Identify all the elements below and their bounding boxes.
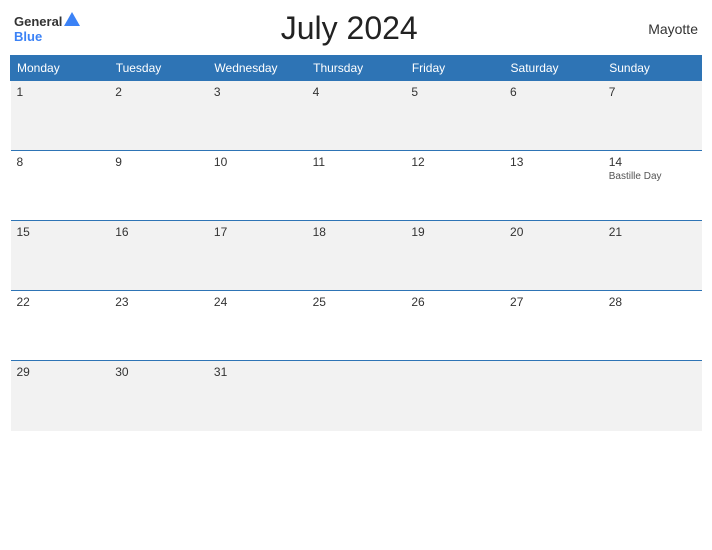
header-thursday: Thursday	[307, 56, 406, 81]
logo: General Blue	[14, 14, 80, 44]
header-saturday: Saturday	[504, 56, 603, 81]
day-cell-bastille: 14 Bastille Day	[603, 151, 702, 221]
day-cell: 5	[405, 81, 504, 151]
logo-general-text: General	[14, 14, 62, 29]
day-cell: 9	[109, 151, 208, 221]
day-cell: 24	[208, 291, 307, 361]
week-row-5: 29 30 31	[11, 361, 702, 431]
day-cell: 6	[504, 81, 603, 151]
logo-blue-text: Blue	[14, 29, 42, 44]
calendar-header: General Blue July 2024 Mayotte	[10, 10, 702, 47]
empty-day-cell	[603, 361, 702, 431]
week-row-2: 8 9 10 11 12 13 14 Bastille Day	[11, 151, 702, 221]
month-title: July 2024	[80, 10, 618, 47]
week-row-1: 1 2 3 4 5 6 7	[11, 81, 702, 151]
header-wednesday: Wednesday	[208, 56, 307, 81]
empty-day-cell	[307, 361, 406, 431]
logo-triangle-icon	[64, 12, 80, 26]
day-cell: 21	[603, 221, 702, 291]
week-row-4: 22 23 24 25 26 27 28	[11, 291, 702, 361]
day-cell: 1	[11, 81, 110, 151]
day-cell: 17	[208, 221, 307, 291]
calendar-header-row: Monday Tuesday Wednesday Thursday Friday…	[11, 56, 702, 81]
header-sunday: Sunday	[603, 56, 702, 81]
calendar-table: Monday Tuesday Wednesday Thursday Friday…	[10, 55, 702, 431]
day-cell: 22	[11, 291, 110, 361]
day-cell: 19	[405, 221, 504, 291]
day-cell: 12	[405, 151, 504, 221]
day-cell: 29	[11, 361, 110, 431]
empty-day-cell	[504, 361, 603, 431]
week-row-3: 15 16 17 18 19 20 21	[11, 221, 702, 291]
calendar-container: General Blue July 2024 Mayotte Monday Tu…	[0, 0, 712, 550]
day-cell: 7	[603, 81, 702, 151]
day-cell: 3	[208, 81, 307, 151]
day-cell: 18	[307, 221, 406, 291]
region-label: Mayotte	[618, 21, 698, 37]
weekday-header-row: Monday Tuesday Wednesday Thursday Friday…	[11, 56, 702, 81]
day-cell: 8	[11, 151, 110, 221]
header-tuesday: Tuesday	[109, 56, 208, 81]
day-cell: 2	[109, 81, 208, 151]
day-cell: 25	[307, 291, 406, 361]
day-cell: 10	[208, 151, 307, 221]
day-cell: 15	[11, 221, 110, 291]
header-friday: Friday	[405, 56, 504, 81]
header-monday: Monday	[11, 56, 110, 81]
day-cell: 27	[504, 291, 603, 361]
day-cell: 16	[109, 221, 208, 291]
day-cell: 26	[405, 291, 504, 361]
empty-day-cell	[405, 361, 504, 431]
day-cell: 13	[504, 151, 603, 221]
day-cell: 23	[109, 291, 208, 361]
day-cell: 28	[603, 291, 702, 361]
day-cell: 4	[307, 81, 406, 151]
day-cell: 11	[307, 151, 406, 221]
day-cell: 31	[208, 361, 307, 431]
day-cell: 20	[504, 221, 603, 291]
calendar-body: 1 2 3 4 5 6 7 8 9 10 11 12 13 14 Bastill…	[11, 81, 702, 431]
day-cell: 30	[109, 361, 208, 431]
